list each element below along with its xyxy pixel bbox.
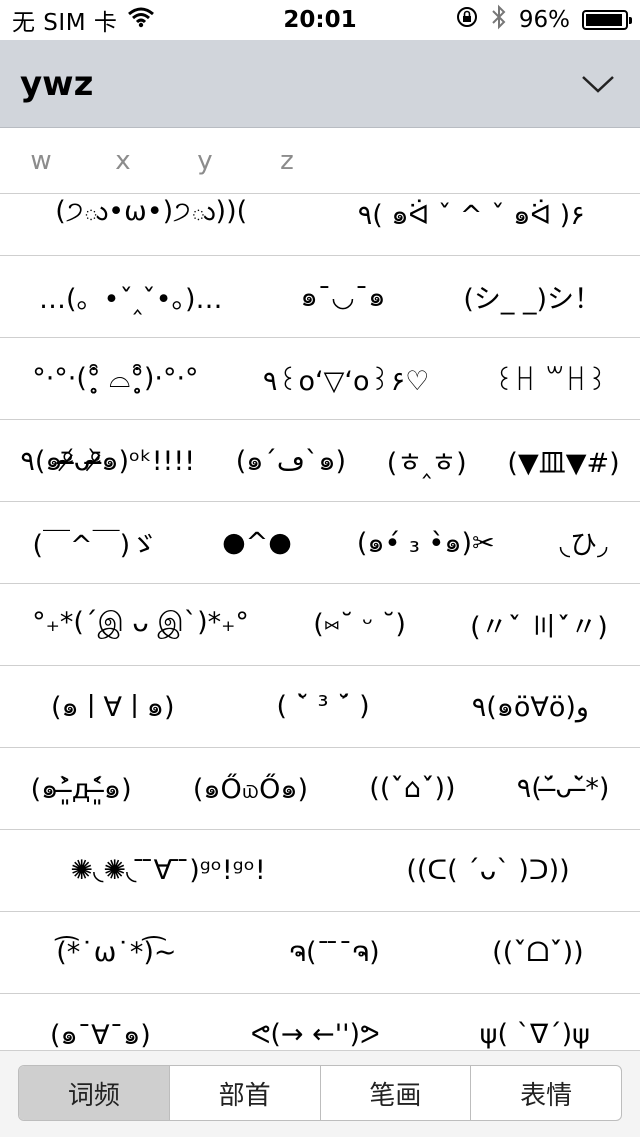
- kaomoji-item[interactable]: (๑˃̶͈̀д˂̶͈́๑): [31, 767, 132, 810]
- kaomoji-item[interactable]: ( ˘̀ ³ ˘́ ): [276, 691, 369, 722]
- kaomoji-item[interactable]: ٩꒰o‘▽‘o꒱۶♡: [263, 361, 429, 397]
- kaomoji-item[interactable]: …(。•ˇ‸ˇ•。)…: [39, 277, 223, 316]
- bluetooth-icon: [491, 4, 507, 36]
- bottom-bar: 词频 部首 笔画 表情: [0, 1050, 640, 1137]
- letter-index: wxyz: [0, 129, 640, 194]
- letter-tab-y[interactable]: y: [164, 146, 246, 176]
- kaomoji-item[interactable]: (▼皿▼#): [507, 441, 619, 480]
- kaomoji-list[interactable]: (੭ు•ω•)੭ు))( ٩( ๑ᐛ ˇ ^ ˇ ๑ᐛ )۶ …(。•ˇ‸ˇ•。)……: [0, 194, 640, 1049]
- tab-1[interactable]: 部首: [168, 1066, 320, 1120]
- kaomoji-row: (͡*˙ω˙*)͡~ ຈ(¯ ̄¯ຈ) ((ˇ̀ᗝˇ́)): [0, 912, 640, 994]
- category-segmented-control: 词频 部首 笔画 表情: [18, 1065, 622, 1121]
- kaomoji-item[interactable]: °₊*(´இ ᴗ இ`)*₊°: [32, 607, 249, 642]
- kaomoji-item[interactable]: (๑ˉ∀ˉ๑): [50, 1013, 151, 1049]
- kaomoji-item[interactable]: (ㅎ‸ㅎ): [387, 441, 467, 480]
- kaomoji-item[interactable]: ((ˇ̀⌂ˇ́)): [369, 773, 455, 804]
- letter-tab-z[interactable]: z: [246, 146, 328, 176]
- kaomoji-row: …(。•ˇ‸ˇ•。)… ๑¯◡¯๑ (シ_ _)シ！: [0, 256, 640, 338]
- kaomoji-item[interactable]: ٩(๑ö∀ö)و: [472, 685, 589, 728]
- kaomoji-row: °₊*(´இ ᴗ இ`)*₊° (⑅˘ ᵕ ˘) (〃ˇ̀ 〣ˇ́〃): [0, 584, 640, 666]
- letter-tab-w[interactable]: w: [0, 146, 82, 176]
- kaomoji-item[interactable]: ٩(˘̶́ᴗ˘̶̀*): [517, 773, 610, 804]
- kaomoji-item[interactable]: (⑅˘ ᵕ ˘): [313, 609, 406, 640]
- kaomoji-item[interactable]: ٩(๑ᵒ̴̶̷᷄ᴗᵒ̴̶̷᷅๑)ᵒᵏ!!!!: [20, 439, 195, 482]
- kaomoji-item[interactable]: ᕙ(→ ←'')ᕗ: [251, 1019, 380, 1049]
- tab-0[interactable]: 词频: [19, 1066, 169, 1120]
- kaomoji-item[interactable]: (๑•́ ₃ •̀๑)✂: [357, 521, 495, 564]
- kaomoji-row: (๑ㅣ∀ㅣ๑) ( ˘̀ ³ ˘́ ) ٩(๑ö∀ö)و: [0, 666, 640, 748]
- tab-2[interactable]: 笔画: [319, 1066, 471, 1120]
- header: ywz: [0, 40, 640, 128]
- kaomoji-row: (￣^￣)ゞ ●^● (๑•́ ₃ •̀๑)✂ ◟ひ◞: [0, 502, 640, 584]
- kaomoji-item[interactable]: ๑¯◡¯๑: [301, 275, 386, 318]
- kaomoji-item[interactable]: ((ˇ̀ᗝˇ́)): [492, 937, 584, 969]
- kaomoji-item[interactable]: (੭ు•ω•)੭ు))(: [55, 196, 247, 234]
- kaomoji-item[interactable]: (๑´ڡ`๑): [236, 439, 346, 482]
- kaomoji-item[interactable]: ٩( ๑ᐛ ˇ ^ ˇ ๑ᐛ )۶: [358, 194, 585, 236]
- battery-percent: 96%: [518, 7, 570, 33]
- status-bar: 无 SIM 卡 20:01 96%: [0, 0, 640, 40]
- kaomoji-item[interactable]: ψ( `∇´)ψ: [480, 1019, 590, 1049]
- kaomoji-item[interactable]: ((ᑕ( ´ᴗ` )ᑐ)): [406, 855, 569, 886]
- rotation-lock-icon: [455, 5, 479, 35]
- kaomoji-item[interactable]: (￣^￣)ゞ: [32, 523, 157, 562]
- kaomoji-row: ٩(๑ᵒ̴̶̷᷄ᴗᵒ̴̶̷᷅๑)ᵒᵏ!!!! (๑´ڡ`๑) (ㅎ‸ㅎ) (▼皿▼#): [0, 420, 640, 502]
- battery-fill: [586, 14, 623, 26]
- page-title: ywz: [20, 64, 94, 104]
- battery-icon: [582, 10, 632, 30]
- chevron-down-icon[interactable]: [578, 64, 618, 104]
- kaomoji-item[interactable]: (๑ㅣ∀ㅣ๑): [51, 685, 175, 728]
- kaomoji-item[interactable]: ●^●: [222, 527, 292, 558]
- kaomoji-item[interactable]: (シ_ _)シ！: [463, 277, 601, 316]
- tab-3[interactable]: 表情: [470, 1066, 621, 1120]
- kaomoji-row: ✺◟✺◟ ̄ ̄∀ ̄ ̄)ᵍᵒ!ᵍᵒ! ((ᑕ( ´ᴗ` )ᑐ)): [0, 830, 640, 912]
- kaomoji-item[interactable]: ꒰ꀿ ꒳ꀿ꒱: [494, 361, 608, 397]
- kaomoji-item[interactable]: (͡*˙ω˙*)͡~: [56, 937, 176, 968]
- status-right: 96%: [455, 4, 632, 36]
- kaomoji-item[interactable]: ◟ひ◞: [560, 523, 608, 562]
- kaomoji-item[interactable]: (〃ˇ̀ 〣ˇ́〃): [470, 605, 608, 644]
- kaomoji-row: (๑˃̶͈̀д˂̶͈́๑) (๑Ő௰Ő๑) ((ˇ̀⌂ˇ́)) ٩(˘̶́ᴗ˘̶̀*): [0, 748, 640, 830]
- kaomoji-row: °·°·(°̥̥̥͒ ⌓°̥̥̥͒)·°·° ٩꒰o‘▽‘o꒱۶♡ ꒰ꀿ ꒳ꀿ꒱: [0, 338, 640, 420]
- kaomoji-item[interactable]: °·°·(°̥̥̥͒ ⌓°̥̥̥͒)·°·°: [32, 363, 198, 395]
- letter-tab-x[interactable]: x: [82, 146, 164, 176]
- kaomoji-item[interactable]: ✺◟✺◟ ̄ ̄∀ ̄ ̄)ᵍᵒ!ᵍᵒ!: [70, 855, 265, 886]
- kaomoji-item[interactable]: ຈ(¯ ̄¯ຈ): [289, 937, 380, 968]
- kaomoji-item[interactable]: (๑Ő௰Ő๑): [193, 767, 308, 810]
- kaomoji-row: (੭ు•ω•)੭ు))( ٩( ๑ᐛ ˇ ^ ˇ ๑ᐛ )۶: [0, 194, 640, 256]
- kaomoji-row: (๑ˉ∀ˉ๑) ᕙ(→ ←'')ᕗ ψ( `∇´)ψ: [0, 994, 640, 1049]
- battery-tip: [629, 17, 632, 24]
